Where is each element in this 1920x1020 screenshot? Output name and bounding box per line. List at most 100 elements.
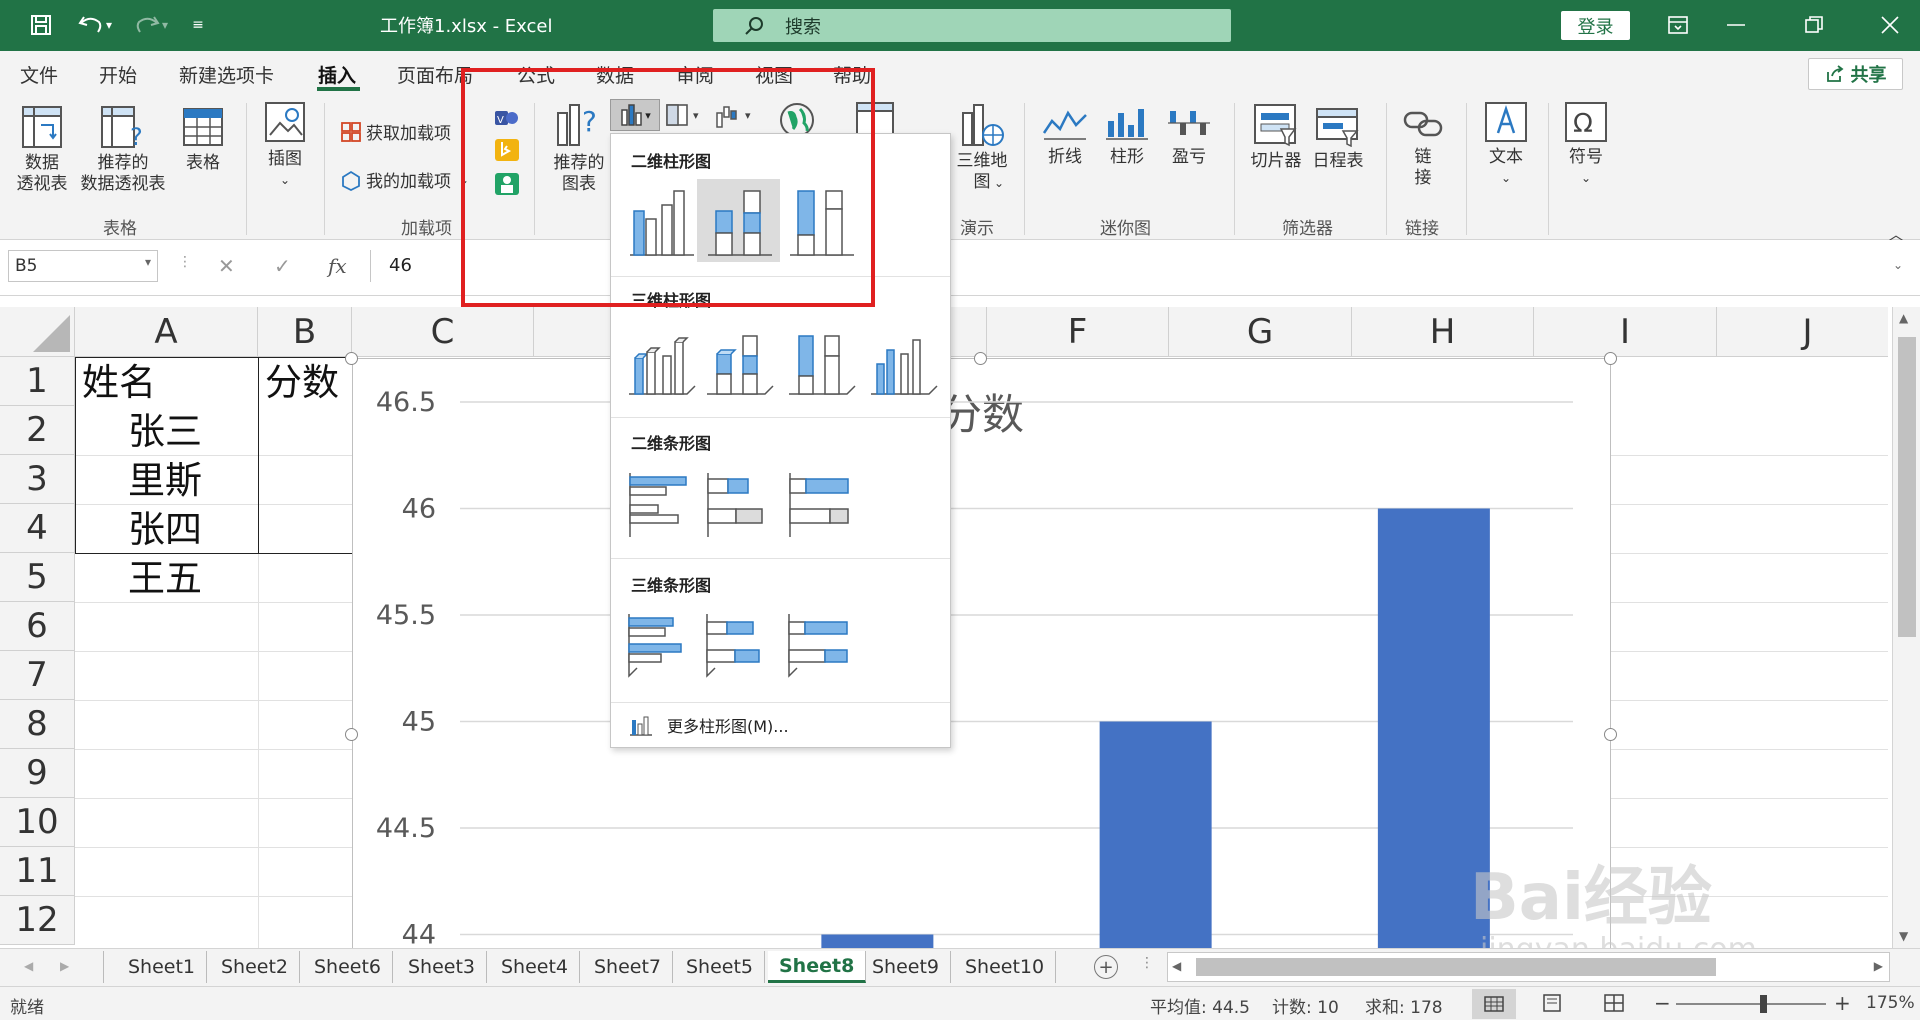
sheet-tab[interactable]: Sheet10 — [954, 951, 1057, 983]
sheet-tab[interactable]: Sheet7 — [583, 951, 674, 983]
prev-sheet-icon[interactable]: ◀ — [24, 959, 33, 973]
symbol-button[interactable]: Ω 符号 ⌄ — [1560, 101, 1612, 189]
3d-stacked-column-option[interactable] — [697, 322, 780, 405]
sheet-tab[interactable]: Sheet1 — [117, 951, 208, 983]
normal-view-icon[interactable] — [1472, 989, 1516, 1019]
3d-column-option[interactable] — [861, 322, 944, 405]
sheet-tab[interactable]: Sheet3 — [397, 951, 488, 983]
chart-resize-handle[interactable] — [1604, 728, 1617, 741]
column-header[interactable]: A — [75, 307, 258, 357]
timeline-button[interactable]: 日程表 — [1310, 103, 1366, 172]
row-header[interactable]: 3 — [0, 455, 75, 504]
login-button[interactable]: 登录 — [1561, 11, 1630, 40]
sheet-tab[interactable]: Sheet5 — [675, 951, 766, 983]
text-button[interactable]: 文本 ⌄ — [1480, 101, 1532, 189]
scroll-down-icon[interactable]: ▼ — [1899, 929, 1908, 943]
slicer-button[interactable]: 切片器 — [1248, 103, 1304, 172]
name-box[interactable]: B5 ▾ — [8, 250, 158, 282]
row-header[interactable]: 6 — [0, 602, 75, 651]
zoom-level[interactable]: 175% — [1866, 993, 1915, 1013]
save-icon[interactable] — [24, 10, 58, 40]
row-header[interactable]: 10 — [0, 798, 75, 847]
column-header[interactable]: I — [1534, 307, 1717, 357]
3d-map-button[interactable]: 三维地 图 ⌄ — [952, 103, 1012, 193]
row-header[interactable]: 9 — [0, 749, 75, 798]
get-addins-button[interactable]: 获取加载项 — [340, 119, 451, 144]
sparkline-column-button[interactable]: 柱形 — [1102, 103, 1152, 168]
chart-resize-handle[interactable] — [345, 728, 358, 741]
page-break-view-icon[interactable] — [1604, 994, 1624, 1017]
vertical-scroll-thumb[interactable] — [1898, 337, 1916, 637]
stacked-bar-option[interactable] — [697, 462, 780, 545]
pivot-table-button[interactable]: 数据 透视表 — [14, 105, 70, 195]
more-column-charts-link[interactable]: 更多柱形图(M)... — [629, 713, 789, 737]
row-header[interactable]: 12 — [0, 896, 75, 945]
select-all-corner[interactable] — [0, 307, 75, 357]
chart-area[interactable]: 分数 46.5 46 45.5 45 44.5 44 — [352, 358, 1611, 959]
column-header[interactable]: G — [1169, 307, 1352, 357]
column-header[interactable]: H — [1352, 307, 1534, 357]
scroll-left-icon[interactable]: ◀ — [1172, 959, 1181, 973]
vertical-scrollbar[interactable]: ▲ ▼ — [1892, 307, 1920, 948]
add-sheet-icon[interactable]: + — [1094, 955, 1118, 979]
sheet-tab[interactable]: Sheet9 — [861, 951, 952, 983]
zoom-slider-thumb[interactable] — [1760, 995, 1767, 1013]
row-header[interactable]: 2 — [0, 406, 75, 455]
search-box[interactable]: 搜索 — [713, 9, 1231, 42]
zoom-slider[interactable] — [1676, 1003, 1826, 1005]
percent-stacked-bar-option[interactable] — [779, 462, 862, 545]
insert-function-icon[interactable]: fx — [328, 254, 347, 278]
restore-icon[interactable] — [1796, 11, 1832, 39]
cell-a1[interactable]: 姓名 — [82, 358, 156, 407]
3d-clustered-bar-option[interactable] — [619, 604, 702, 687]
tab-home[interactable]: 开始 — [99, 61, 137, 88]
3d-percent-stacked-column-option[interactable] — [779, 322, 862, 405]
column-header[interactable]: C — [352, 307, 534, 357]
minimize-icon[interactable] — [1718, 11, 1754, 39]
customize-qat-icon[interactable]: ≡ — [186, 10, 210, 40]
share-button[interactable]: 共享 — [1808, 58, 1903, 90]
3d-percent-stacked-bar-option[interactable] — [779, 604, 862, 687]
tab-new[interactable]: 新建选项卡 — [179, 61, 274, 88]
horizontal-scrollbar[interactable]: ◀ ▶ — [1167, 952, 1890, 982]
row-header[interactable]: 7 — [0, 651, 75, 700]
close-icon[interactable] — [1872, 11, 1908, 39]
row-header[interactable]: 8 — [0, 700, 75, 749]
sparkline-winloss-button[interactable]: 盈亏 — [1164, 103, 1214, 168]
row-header[interactable]: 11 — [0, 847, 75, 896]
cell-a3[interactable]: 里斯 — [128, 456, 202, 505]
row-header[interactable]: 5 — [0, 553, 75, 602]
cell-a5[interactable]: 王五 — [128, 554, 202, 603]
zoom-in-icon[interactable]: + — [1834, 991, 1851, 1015]
column-header[interactable]: J — [1717, 307, 1888, 357]
scroll-up-icon[interactable]: ▲ — [1899, 311, 1908, 325]
sheet-tab[interactable]: Sheet6 — [303, 951, 394, 983]
sheet-tab[interactable]: Sheet4 — [490, 951, 581, 983]
sheet-tab[interactable]: Sheet2 — [210, 951, 301, 983]
recommended-pivot-button[interactable]: ? 推荐的 数据透视表 — [76, 105, 170, 195]
tab-file[interactable]: 文件 — [20, 61, 58, 88]
table-button[interactable]: 表格 — [178, 105, 228, 174]
horizontal-scroll-thumb[interactable] — [1196, 958, 1716, 976]
3d-stacked-bar-option[interactable] — [697, 604, 780, 687]
sparkline-line-button[interactable]: 折线 — [1040, 103, 1090, 168]
clustered-bar-option[interactable] — [619, 462, 702, 545]
3d-clustered-column-option[interactable] — [619, 322, 702, 405]
chart-resize-handle[interactable] — [1604, 352, 1617, 365]
illustrations-button[interactable]: 插图 ⌄ — [258, 101, 312, 191]
my-addins-button[interactable]: 我的加载项 ⌄ — [340, 167, 469, 192]
cell-a4[interactable]: 张四 — [128, 505, 202, 554]
cancel-icon[interactable]: ✕ — [218, 254, 235, 278]
next-sheet-icon[interactable]: ▶ — [60, 959, 69, 973]
column-header[interactable]: F — [987, 307, 1169, 357]
undo-icon[interactable]: ▾ — [70, 10, 120, 40]
redo-icon[interactable]: ▾ — [128, 10, 174, 40]
row-header[interactable]: 1 — [0, 357, 75, 406]
column-header[interactable]: B — [258, 307, 352, 357]
expand-formula-icon[interactable]: ⌄ — [1893, 258, 1903, 272]
chart-resize-handle[interactable] — [974, 352, 987, 365]
cell-a2[interactable]: 张三 — [128, 407, 202, 456]
row-header[interactable]: 4 — [0, 504, 75, 553]
cell-b1[interactable]: 分数 — [265, 358, 339, 407]
scroll-right-icon[interactable]: ▶ — [1874, 959, 1883, 973]
